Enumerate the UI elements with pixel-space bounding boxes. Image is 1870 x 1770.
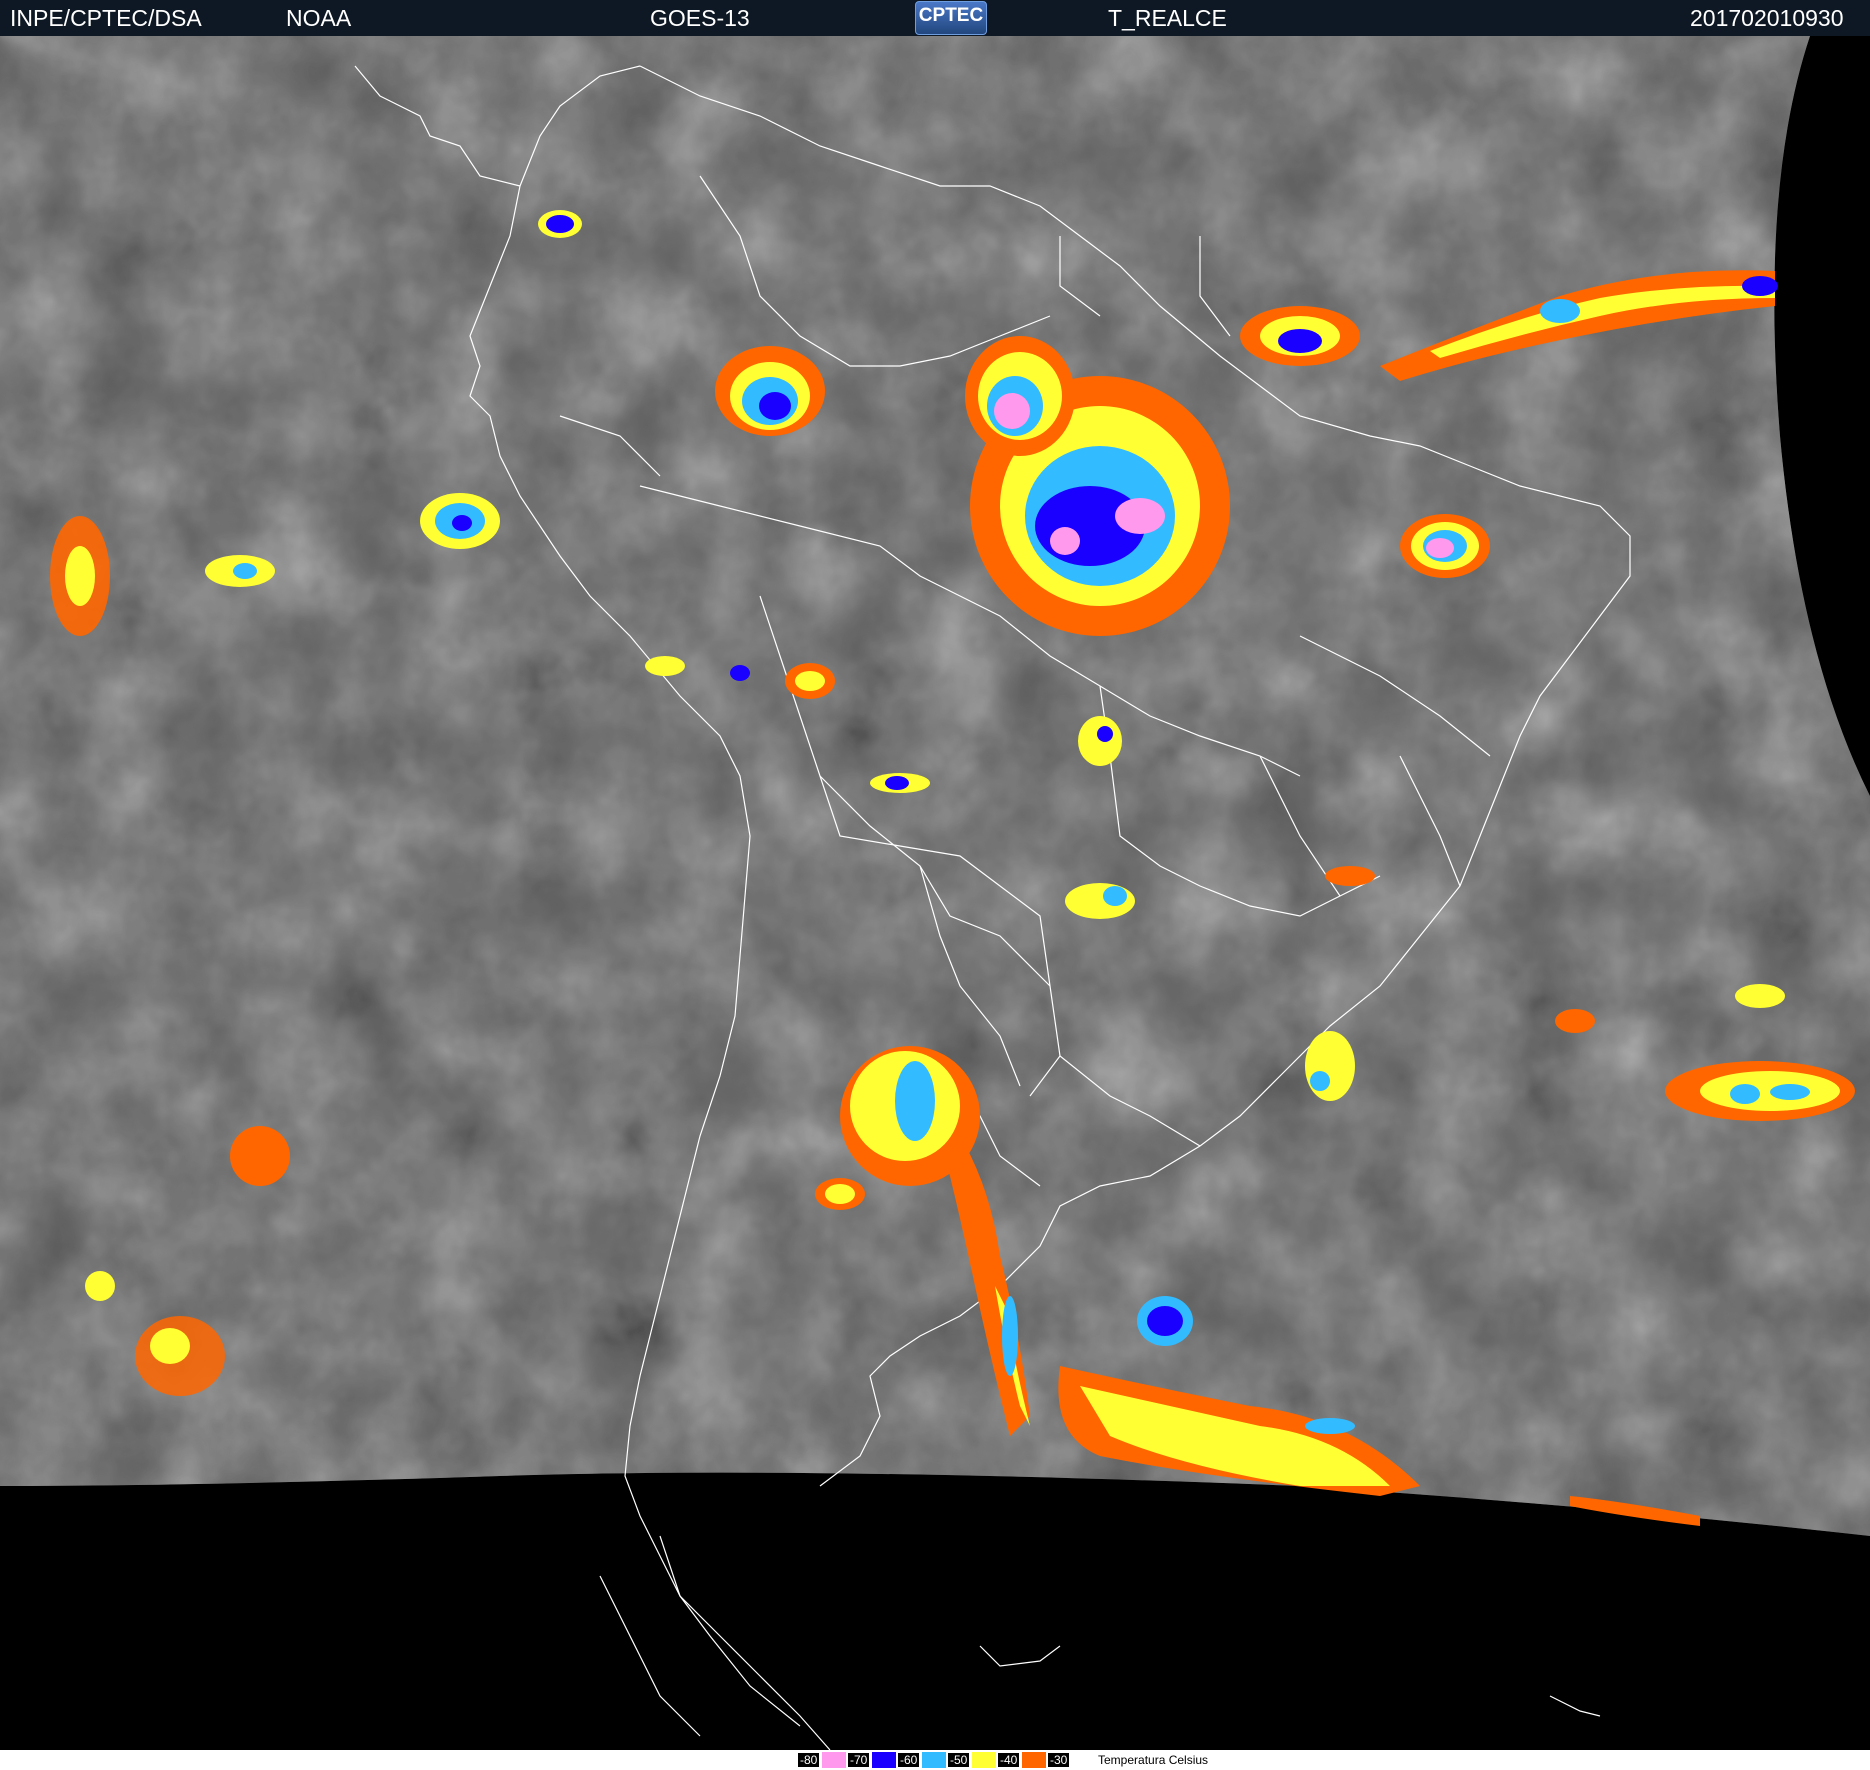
storm-cell [795,671,825,691]
storm-panama [538,210,582,238]
legend-label: -80 [798,1753,820,1767]
legend-swatch [922,1752,946,1768]
legend-swatch [872,1752,896,1768]
storm-cluster-north [965,336,1075,456]
storm-cell [1310,1071,1330,1091]
legend-label: -50 [948,1753,970,1767]
satellite-map-svg [0,36,1870,1750]
legend-swatch [822,1752,846,1768]
storm-cluster-colombia [715,346,825,436]
storm-cell [885,776,909,790]
satellite-label: GOES-13 [650,5,750,31]
institution-label: INPE/CPTEC/DSA [10,5,202,31]
legend-swatch [972,1752,996,1768]
legend-label: -70 [848,1753,870,1767]
legend-swatch [1072,1752,1096,1768]
satellite-image [0,36,1870,1750]
timestamp-label: 201702010930 [1690,5,1844,31]
temperature-legend: -80 -70 -60 -50 -40 -30 Temperatura Celsius [0,1750,1870,1770]
product-label: T_REALCE [1108,5,1227,31]
storm-cell [645,656,685,676]
legend-label: -40 [998,1753,1020,1767]
storm-cell [1078,716,1122,766]
cptec-logo: CPTEC [915,1,987,35]
storm-cell [1325,866,1375,886]
legend-label: -60 [898,1753,920,1767]
agency-label: NOAA [286,5,352,31]
legend-title: Temperatura Celsius [1098,1753,1209,1767]
storm-cell [1305,1031,1355,1101]
legend-label: -30 [1048,1753,1070,1767]
storm-cluster-northeast [1400,514,1490,578]
storm-cluster-amapa [1240,306,1360,366]
logo-text: CPTEC [918,5,984,26]
storm-ecuador-coast [420,493,500,549]
storm-cell [1103,886,1127,906]
storm-cell [730,665,750,681]
legend-swatch [1022,1752,1046,1768]
storm-cell [1097,726,1113,742]
header-bar: INPE/CPTEC/DSA NOAA GOES-13 CPTEC T_REAL… [0,0,1870,36]
